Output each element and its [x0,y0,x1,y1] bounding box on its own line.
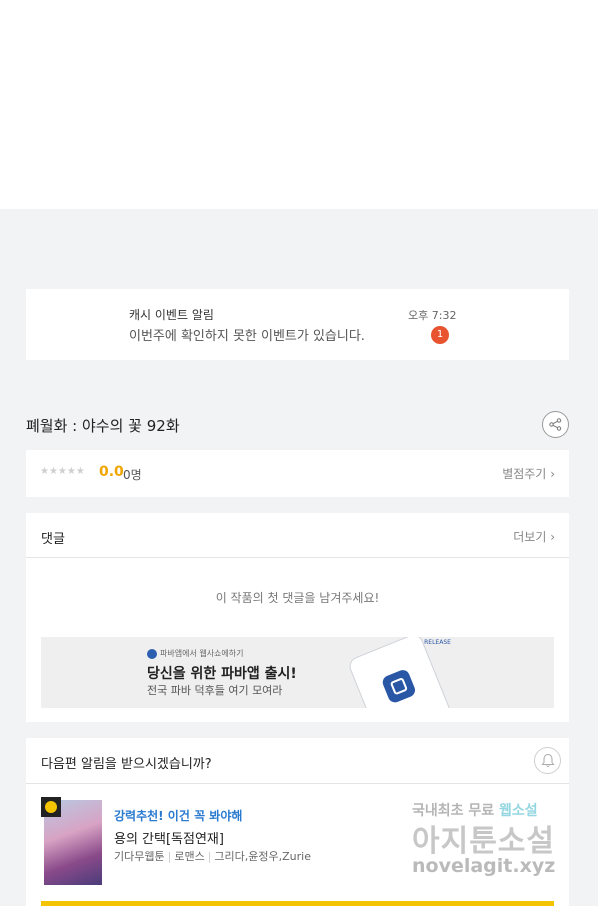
clock-icon [41,797,61,817]
bell-icon [541,753,554,767]
recommended-thumbnail[interactable] [41,797,102,885]
notification-title: 캐시 이벤트 알림 [129,308,214,322]
recommend-tag: 강력추천! 이건 꼭 봐야해 [114,809,243,823]
comments-more-button[interactable]: 더보기 › [513,528,555,545]
banner-small-label: 파바앱에서 웹사쇼에하기 [160,649,244,658]
banner-small-text: 파바앱에서 웹사쇼에하기 [147,648,244,659]
meta-genre: 로맨스 [174,850,205,863]
chevron-right-icon: › [550,467,555,481]
rating-count: 0명 [123,468,142,482]
alert-toggle-button[interactable] [534,747,561,774]
notification-message: 이번주에 확인하지 못한 이벤트가 있습니다. [129,329,365,344]
share-button[interactable] [542,411,569,438]
more-label: 더보기 [513,530,547,544]
watermark: 국내최초 무료 웹소설 아지툰소설 novelagit.xyz [412,800,582,890]
yellow-action-bar[interactable] [41,901,554,906]
banner-headline: 당신을 위한 파바앱 출시! [147,666,297,682]
watermark-line2: 아지툰소설 [412,824,555,859]
rating-card: ★★★★★ 0.0 0명 별점주기 › [26,450,569,497]
watermark-line3: novelagit.xyz [412,855,556,877]
rate-button-label: 별점주기 [502,467,547,481]
share-icon [549,418,562,431]
notification-badge: 1 [431,326,449,344]
notification-time: 오후 7:32 [408,309,457,322]
rating-stars: ★★★★★ [40,466,85,477]
banner-subtext: 전국 파바 덕후들 여기 모여라 [147,684,283,697]
comments-card: 댓글 더보기 › 이 작품의 첫 댓글을 남겨주세요! 파바앱에서 웹사쇼에하기… [26,513,569,722]
comments-title: 댓글 [41,532,65,547]
app-icon [380,667,418,705]
rate-button[interactable]: 별점주기 › [502,465,555,482]
episode-title: 폐월화 : 야수의 꽃 92화 [26,417,180,435]
rating-score: 0.0 [99,464,124,480]
phone-illustration [346,637,454,708]
recommend-meta: 기다무웹툰 | 로맨스 | 그리다,윤정우,Zurie [114,850,311,863]
app-logo-icon [147,648,157,659]
chevron-right-icon: › [550,530,555,544]
recommend-title[interactable]: 용의 간택[독점연재] [114,828,224,847]
comments-header: 댓글 더보기 › [26,513,569,558]
meta-authors: 그리다,윤정우,Zurie [214,850,311,863]
content-area-top [0,0,598,209]
meta-type: 기다무웹툰 [114,850,165,863]
comments-empty-message: 이 작품의 첫 댓글을 남겨주세요! [215,591,380,605]
next-alert-header: 다음편 알림을 받으시겠습니까? [26,738,569,784]
notification-card[interactable]: 캐시 이벤트 알림 이번주에 확인하지 못한 이벤트가 있습니다. 오후 7:3… [26,289,569,360]
app-promo-banner[interactable]: 파바앱에서 웹사쇼에하기 당신을 위한 파바앱 출시! 전국 파바 덕후들 여기… [41,637,554,708]
next-alert-title: 다음편 알림을 받으시겠습니까? [41,757,212,772]
